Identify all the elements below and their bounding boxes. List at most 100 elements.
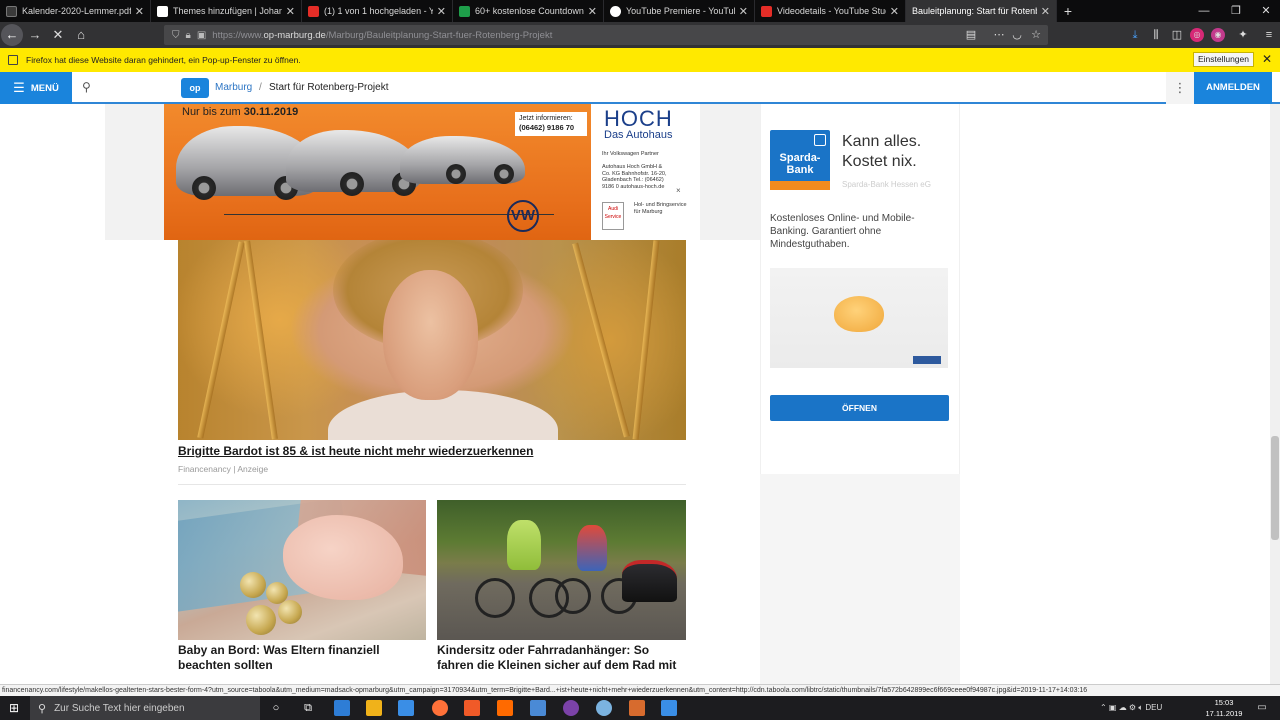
cortana-icon[interactable]: ○	[268, 700, 284, 716]
windows-start-icon[interactable]: ⊞	[0, 696, 28, 720]
restore-button[interactable]: ❐	[1220, 0, 1252, 22]
page-actions-icon[interactable]: ⋯	[990, 26, 1008, 44]
close-icon[interactable]: ✕	[286, 5, 295, 18]
system-tray[interactable]: ⌃ ▣ ☁ ⚙ 🔈︎ DEU	[1100, 696, 1162, 720]
site-logo[interactable]: op	[181, 78, 209, 98]
browser-nav-bar: ← → ✕ ⌂ ⛉ 🔒︎ ▣ https://www.op-marburg.de…	[0, 22, 1280, 48]
language-indicator[interactable]: DEU	[1145, 703, 1162, 712]
browser-tab-countdown[interactable]: 60+ kostenlose Countdown und ✕	[453, 0, 604, 22]
browser-tab-kalender[interactable]: Kalender-2020-Lemmer.pdf ✕	[0, 0, 151, 22]
scrollbar-track[interactable]	[1270, 104, 1280, 684]
popup-blocked-text: Firefox hat diese Website daran gehinder…	[26, 55, 301, 65]
sparda-bank-logo[interactable]: Sparda-Bank	[770, 130, 830, 190]
menu-button[interactable]: ☰ MENÜ	[0, 72, 72, 104]
app-icon[interactable]	[497, 700, 513, 716]
url-text[interactable]: https://www.op-marburg.de/Marburg/Baulei…	[212, 30, 552, 41]
scrollbar-thumb[interactable]	[1271, 436, 1279, 540]
lock-icon[interactable]: 🔒︎	[186, 30, 191, 41]
browser-tab-youtube-studio[interactable]: Videodetails - YouTube Studio ✕	[755, 0, 906, 22]
taskbar-clock[interactable]: 15:03 17.11.2019	[1202, 697, 1246, 719]
app-icon[interactable]	[530, 700, 546, 716]
reader-view-icon[interactable]: ▤	[962, 26, 980, 44]
firefox-icon[interactable]	[432, 700, 448, 716]
home-button[interactable]: ⌂	[70, 24, 92, 46]
store-icon[interactable]	[398, 700, 414, 716]
hamburger-menu-icon[interactable]: ≡	[1260, 26, 1278, 44]
search-icon: ⚲	[38, 702, 47, 715]
car-dealer-ad[interactable]: Nur bis zum 30.11.2019 VW Jetzt informie…	[164, 104, 700, 240]
search-icon[interactable]: ⚲	[82, 80, 91, 94]
app-icon[interactable]	[464, 700, 480, 716]
tab-label: Bauleitplanung: Start für Rotenberg	[912, 6, 1037, 16]
minimize-button[interactable]: —	[1188, 0, 1220, 22]
article-image-bikes[interactable]	[437, 500, 686, 640]
article-image-money[interactable]	[178, 500, 426, 640]
edge-icon[interactable]	[334, 700, 350, 716]
app-icon[interactable]	[629, 700, 645, 716]
open-ad-button[interactable]: ÖFFNEN	[770, 395, 949, 421]
browser-tab-youtube-premiere[interactable]: YouTube Premiere - YouTube-Hilfe ✕	[604, 0, 755, 22]
close-icon[interactable]: ✕	[437, 5, 446, 18]
window-close-button[interactable]: ✕	[1250, 0, 1280, 22]
bike-wheel-shape	[555, 578, 591, 614]
tray-icons[interactable]: ⌃ ▣ ☁ ⚙ 🔈︎	[1100, 703, 1145, 712]
hero-article-image[interactable]	[178, 240, 686, 440]
logo-strip	[770, 181, 830, 190]
close-icon[interactable]: ✕	[739, 5, 748, 18]
library-icon[interactable]: ⫼	[1147, 26, 1165, 44]
url-bar[interactable]: ⛉ 🔒︎ ▣ https://www.op-marburg.de/Marburg…	[164, 25, 1048, 45]
taskbar-search[interactable]: ⚲ Zur Suche Text hier eingeben	[30, 696, 260, 720]
contact-phone: (06462) 9186 70	[519, 123, 575, 132]
close-icon[interactable]: ✕	[588, 5, 597, 18]
puzzle-extension-icon[interactable]: ✦	[1234, 26, 1252, 44]
stop-button[interactable]: ✕	[47, 24, 69, 46]
audi-service-logo: Audi Service	[602, 202, 624, 230]
close-icon[interactable]: ✕	[135, 5, 144, 18]
hero-article-title[interactable]: Brigitte Bardot ist 85 & ist heute nicht…	[178, 444, 533, 458]
sidebar-icon[interactable]: ◫	[1168, 26, 1186, 44]
browser-tab-bauleitplanung[interactable]: Bauleitplanung: Start für Rotenberg ✕	[906, 0, 1057, 22]
tab-label: Themes hinzufügen | Johannes	[173, 6, 282, 16]
app-icon[interactable]	[661, 700, 677, 716]
breadcrumb-city[interactable]: Marburg	[215, 82, 252, 93]
extension-icon[interactable]: ◉	[1211, 28, 1225, 42]
permissions-icon[interactable]: ▣	[197, 30, 206, 41]
login-button[interactable]: ANMELDEN	[1194, 72, 1272, 104]
ad-close-icon[interactable]: ×	[676, 186, 681, 195]
ad-image[interactable]	[770, 268, 948, 368]
close-icon[interactable]: ✕	[890, 5, 899, 18]
browser-tab-themes[interactable]: Themes hinzufügen | Johannes ✕	[151, 0, 302, 22]
back-button[interactable]: ←	[1, 24, 23, 46]
notification-icon[interactable]: ▭	[1254, 700, 1270, 716]
url-path: /Marburg/Bauleitplanung-Start-fuer-Roten…	[325, 29, 553, 41]
right-sidebar-empty	[760, 474, 960, 684]
popup-settings-button[interactable]: Einstellungen	[1192, 52, 1254, 67]
ad-headline[interactable]: Kann alles. Kostet nix.	[842, 132, 954, 172]
close-icon[interactable]: ✕	[1041, 5, 1050, 18]
bookmark-star-icon[interactable]: ☆	[1027, 26, 1045, 44]
offer-deadline: Nur bis zum 30.11.2019	[182, 106, 298, 118]
shield-icon[interactable]: ⛉	[172, 30, 180, 41]
article-title-kindersitz[interactable]: Kindersitz oder Fahrradanhänger: So fahr…	[437, 643, 689, 673]
download-icon[interactable]: ⤓	[1126, 26, 1144, 44]
divider-line	[224, 214, 554, 215]
app-icon[interactable]	[596, 700, 612, 716]
vw-logo: VW	[507, 200, 539, 232]
browser-tab-youtube-upload[interactable]: (1) 1 von 1 hochgeladen - YouTube ✕	[302, 0, 453, 22]
url-domain: op-marburg.de	[263, 29, 326, 41]
mascot-shape	[834, 296, 884, 332]
task-view-icon[interactable]: ⧉	[300, 700, 316, 716]
google-icon	[610, 5, 621, 17]
new-tab-button[interactable]: +	[1057, 0, 1079, 22]
logo-square-icon	[814, 134, 826, 146]
close-icon[interactable]: ✕	[1262, 52, 1272, 66]
dealer-partner: Ihr Volkswagen Partner	[602, 151, 659, 157]
pocket-icon[interactable]: ◡	[1008, 26, 1026, 44]
app-icon[interactable]	[563, 700, 579, 716]
explorer-icon[interactable]	[366, 700, 382, 716]
forward-button[interactable]: →	[24, 24, 46, 46]
offer-deadline-prefix: Nur bis zum	[182, 106, 244, 118]
more-options-icon[interactable]: ⋮	[1166, 72, 1194, 104]
article-title-baby[interactable]: Baby an Bord: Was Eltern finanziell beac…	[178, 643, 428, 673]
instagram-icon[interactable]: ◎	[1190, 28, 1204, 42]
